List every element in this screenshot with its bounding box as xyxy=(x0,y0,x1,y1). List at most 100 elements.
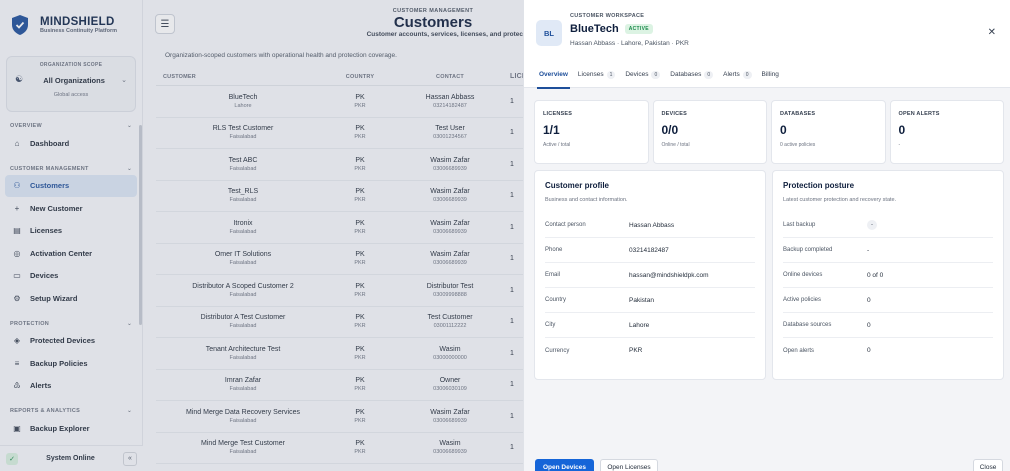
customer-cell: Mind Merge Test Customer Faisalabad xyxy=(156,440,330,455)
country-code: PK xyxy=(355,125,365,133)
sidebar-item-new-customer[interactable]: + New Customer xyxy=(0,197,142,220)
tab-count-badge: 0 xyxy=(651,70,661,79)
nav-section-label[interactable]: REPORTS & ANALYTICS ⌄ xyxy=(0,405,142,417)
sidebar-item-label: Licenses xyxy=(30,226,63,236)
sidebar-item-customers[interactable]: ⚇ Customers xyxy=(5,174,137,197)
tab-alerts[interactable]: Alerts 0 xyxy=(718,62,756,88)
nav-section-label[interactable]: PROTECTION ⌄ xyxy=(0,318,142,330)
drawer-tabs: Overview Licenses 1 Devices 0 Databases 0 Alert… xyxy=(524,62,1010,89)
tab-devices[interactable]: Devices 0 xyxy=(620,62,665,88)
sidebar-item-devices[interactable]: ▭ Devices xyxy=(0,265,142,288)
sidebar-scrollbar[interactable] xyxy=(139,125,142,325)
chevron-down-icon: ⌄ xyxy=(127,123,132,129)
country-code: PK xyxy=(355,345,365,353)
tab-label: Overview xyxy=(539,71,568,78)
sidebar-footer: ✓ System Online « xyxy=(0,445,143,471)
drawer-location: Hassan Abbass · Lahore, Pakistan · PKR xyxy=(570,39,689,47)
stat-value: 1/1 xyxy=(543,123,560,137)
sidebar-item-backup-policies[interactable]: ≡ Backup Policies xyxy=(0,352,142,375)
tab-label: Devices xyxy=(625,71,649,78)
contact-name: Distributor Test xyxy=(426,282,474,290)
open-devices-button[interactable]: Open Devices xyxy=(535,459,594,471)
country-cell: PK PKR xyxy=(330,251,390,266)
tab-label: Databases xyxy=(670,71,702,78)
table-row[interactable]: RLS Test Customer Faisalabad PK PKR Test Use… xyxy=(156,118,523,149)
customer-city: Faisalabad xyxy=(229,291,257,298)
country-cell: PK PKR xyxy=(330,220,390,235)
close-icon[interactable]: ✕ xyxy=(988,27,996,38)
drawer-header: BL CUSTOMER WORKSPACE BlueTech ACTIVE Ha… xyxy=(524,0,1010,62)
detail-value: 0 xyxy=(867,296,871,304)
tab-count-badge: 1 xyxy=(606,70,616,79)
table-row[interactable]: Mind Merge Data Recovery Services Faisala… xyxy=(156,401,523,433)
drawer-title: BlueTech xyxy=(570,22,619,35)
customer-name: Mind Merge Data Recovery Services xyxy=(186,408,300,416)
nav-section-label[interactable]: OVERVIEW ⌄ xyxy=(0,120,142,132)
country-cell: PK PKR xyxy=(330,440,390,455)
tab-billing[interactable]: Billing xyxy=(757,62,784,88)
table-row[interactable]: Distributor A Scoped Customer 2 Faisalaba… xyxy=(156,275,523,307)
country-cell: PK PKR xyxy=(330,377,390,392)
detail-row: Online devices 0 of 0 xyxy=(783,263,993,288)
table-row[interactable]: Mind Merge Test Customer Faisalabad PK PKR W… xyxy=(156,433,523,464)
sidebar-item-licenses[interactable]: ▤ Licenses xyxy=(0,220,142,243)
col-country[interactable]: COUNTRY xyxy=(330,74,390,80)
sidebar-item-protected-devices[interactable]: ◈ Protected Devices xyxy=(0,330,142,353)
tab-overview[interactable]: Overview xyxy=(534,62,573,89)
country-cell: PK PKR xyxy=(330,283,390,298)
detail-row: Open alerts 0 xyxy=(783,338,993,363)
sidebar-item-setup-wizard[interactable]: ⚙ Setup Wizard xyxy=(0,287,142,310)
col-license[interactable]: LICENSE xyxy=(510,73,523,80)
brand-tagline: Business Continuity Platform xyxy=(40,28,118,35)
table-row[interactable]: BlueTech Lahore PK PKR Hassan Abbass 03214182… xyxy=(156,86,523,118)
table-row[interactable]: Distributor A Test Customer Faisalabad PK P… xyxy=(156,307,523,338)
sidebar-item-backup-explorer[interactable]: ▣ Backup Explorer xyxy=(0,417,142,440)
table-row[interactable]: Test ABC Faisalabad PK PKR Wasim Zafar 030066… xyxy=(156,149,523,181)
customer-name: RLS Test Customer xyxy=(212,125,274,133)
brand: MINDSHIELD Business Continuity Platform xyxy=(0,0,142,50)
detail-value: hassan@mindshieldpk.com xyxy=(629,271,709,279)
drawer-eyebrow: CUSTOMER WORKSPACE xyxy=(570,13,645,19)
scope-note: Organization-scoped customers with opera… xyxy=(165,52,397,59)
open-licenses-button[interactable]: Open Licenses xyxy=(600,459,658,471)
detail-key: Online devices xyxy=(783,272,823,278)
customer-name: Distributor A Scoped Customer 2 xyxy=(192,282,294,290)
topbar: ☰ CUSTOMER MANAGEMENT Customers Customer… xyxy=(143,0,523,48)
license-icon: ▤ xyxy=(13,226,21,236)
nav-section-label[interactable]: CUSTOMER MANAGEMENT ⌄ xyxy=(0,163,142,175)
stat-label: LICENSES xyxy=(543,111,573,117)
license-cell: 1 xyxy=(510,286,514,294)
customer-city: Faisalabad xyxy=(229,354,257,361)
chevron-down-icon: ⌄ xyxy=(127,320,132,327)
table-row[interactable]: Tenant Architecture Test Faisalabad PK PKR W… xyxy=(156,338,523,370)
stat-subtext: Active / total xyxy=(543,142,571,148)
customer-city: Faisalabad xyxy=(229,449,257,456)
detail-row: Country Pakistan xyxy=(545,288,755,313)
detail-value: 0 xyxy=(867,321,871,329)
menu-toggle-button[interactable]: ☰ xyxy=(155,14,175,34)
table-row[interactable]: Test_RLS Faisalabad PK PKR Wasim Zafar 030066… xyxy=(156,181,523,212)
main-content: ☰ CUSTOMER MANAGEMENT Customers Customer… xyxy=(143,0,523,471)
tab-databases[interactable]: Databases 0 xyxy=(665,62,718,88)
organization-scope-selector[interactable]: ORGANIZATION SCOPE ☯ All Organizations ⌄… xyxy=(6,56,136,112)
sidebar-item-label: Setup Wizard xyxy=(30,293,78,303)
detail-row: City Lahore xyxy=(545,313,755,338)
sidebar-item-activation-center[interactable]: ◎ Activation Center xyxy=(0,242,142,265)
table-row[interactable]: Itronix Faisalabad PK PKR Wasim Zafar 0300668… xyxy=(156,212,523,244)
tab-licenses[interactable]: Licenses 1 xyxy=(573,62,620,88)
col-contact[interactable]: CONTACT xyxy=(390,74,510,80)
customer-name: Itronix xyxy=(233,219,253,227)
tab-count-badge: 0 xyxy=(704,70,714,79)
customers-table: CUSTOMER COUNTRY CONTACT LICENSE BlueTec… xyxy=(156,68,523,464)
table-row[interactable]: Imran Zafar Faisalabad PK PKR Owner 030060301… xyxy=(156,370,523,401)
table-row[interactable]: Omer IT Solutions Faisalabad PK PKR Wasim Za… xyxy=(156,244,523,275)
sidebar-item-dashboard[interactable]: ⌂ Dashboard xyxy=(0,132,142,155)
brand-name: MINDSHIELD xyxy=(40,15,115,28)
sidebar-item-alerts[interactable]: ♳ Alerts xyxy=(0,375,142,398)
folder-icon: ▣ xyxy=(13,423,21,433)
status-badge: ACTIVE xyxy=(624,24,653,35)
close-button[interactable]: Close xyxy=(973,459,1003,471)
collapse-sidebar-button[interactable]: « xyxy=(123,451,137,466)
customer-city: Faisalabad xyxy=(229,165,257,172)
col-customer[interactable]: CUSTOMER xyxy=(156,74,330,80)
